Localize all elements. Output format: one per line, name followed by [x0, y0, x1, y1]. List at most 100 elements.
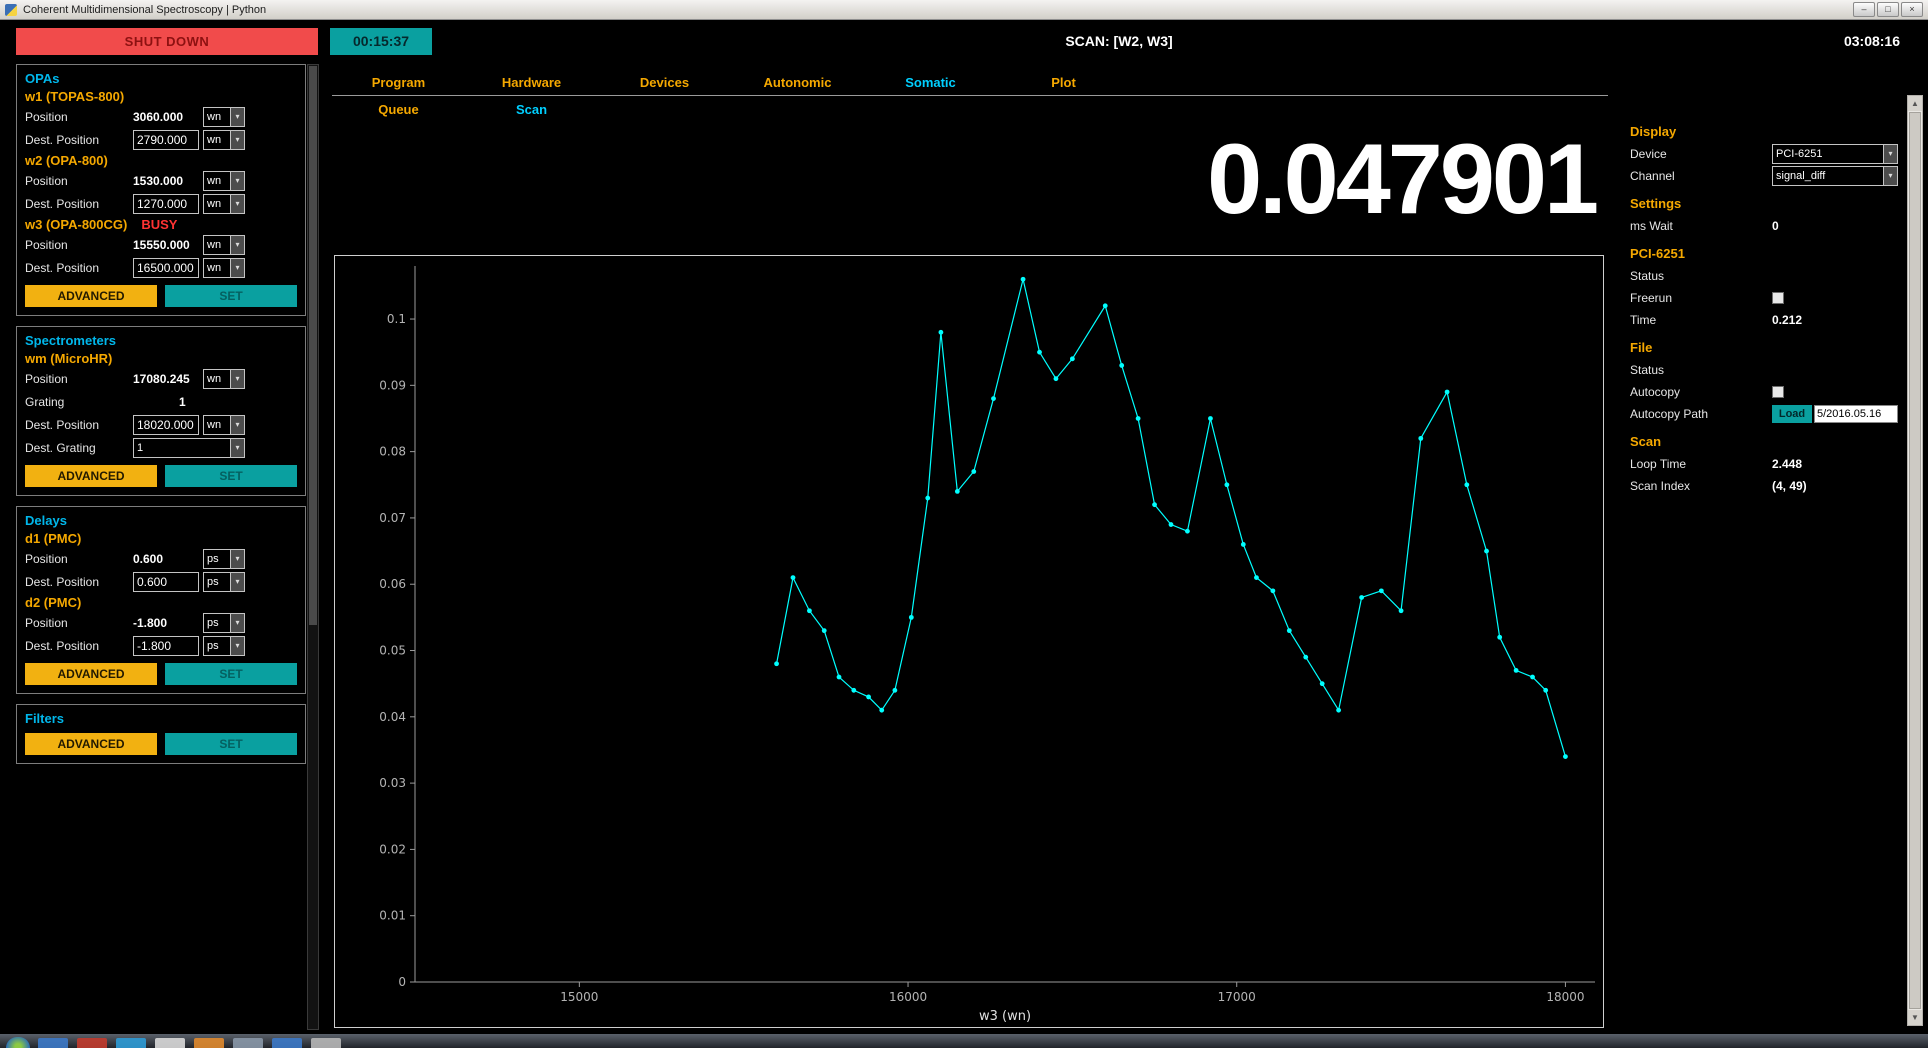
- data-point: [991, 396, 996, 401]
- d1-dest-units-combo[interactable]: ps ▾: [203, 572, 245, 592]
- shutdown-button[interactable]: SHUT DOWN: [16, 28, 318, 55]
- opa-w1-header: w1 (TOPAS-800): [25, 89, 297, 104]
- wm-position-units-combo[interactable]: wn ▾: [203, 369, 245, 389]
- device-row: Device PCI-6251 ▾: [1630, 143, 1902, 164]
- data-point: [851, 688, 856, 693]
- delays-panel-title: Delays: [25, 513, 297, 528]
- sidebar-scrollbar-thumb[interactable]: [309, 66, 317, 625]
- w2-dest-input[interactable]: [133, 194, 199, 214]
- load-button[interactable]: Load: [1772, 405, 1812, 423]
- time-row: Time 0.212: [1630, 309, 1902, 330]
- chevron-down-icon: ▾: [1883, 167, 1897, 185]
- data-point: [1103, 303, 1108, 308]
- taskbar-app-icon[interactable]: [311, 1038, 341, 1048]
- wm-dest-input[interactable]: [133, 415, 199, 435]
- tab-somatic[interactable]: Somatic: [864, 70, 997, 95]
- autocopy-checkbox[interactable]: [1772, 386, 1784, 398]
- pci-section-title: PCI-6251: [1630, 246, 1902, 261]
- taskbar-app-icon[interactable]: [155, 1038, 185, 1048]
- combo-value: wn: [204, 262, 230, 274]
- combo-value: 1: [134, 442, 230, 454]
- w2-position-value: 1530.000: [133, 174, 199, 188]
- tab-plot[interactable]: Plot: [997, 70, 1130, 95]
- chevron-down-icon: ▾: [230, 416, 244, 434]
- combo-value: wn: [204, 111, 230, 123]
- spectrometers-advanced-button[interactable]: ADVANCED: [25, 465, 157, 487]
- start-button[interactable]: [6, 1037, 30, 1048]
- taskbar-app-icon[interactable]: [38, 1038, 68, 1048]
- w1-position-units-combo[interactable]: wn ▾: [203, 107, 245, 127]
- tab-program[interactable]: Program: [332, 70, 465, 95]
- spectrometers-set-button[interactable]: SET: [165, 465, 297, 487]
- w3-dest-input[interactable]: [133, 258, 199, 278]
- taskbar-app-icon[interactable]: [233, 1038, 263, 1048]
- window-scrollbar-thumb[interactable]: [1909, 112, 1921, 1009]
- w1-dest-input[interactable]: [133, 130, 199, 150]
- scroll-up-icon[interactable]: ▲: [1908, 96, 1922, 111]
- tab-devices[interactable]: Devices: [598, 70, 731, 95]
- taskbar-app-icon[interactable]: [77, 1038, 107, 1048]
- tab-scan[interactable]: Scan: [465, 97, 598, 123]
- window-scrollbar[interactable]: ▲ ▼: [1907, 95, 1923, 1026]
- d1-dest-input[interactable]: [133, 572, 199, 592]
- data-point: [971, 469, 976, 474]
- close-button[interactable]: ×: [1901, 2, 1923, 17]
- wm-dest-grating-row: Dest. Grating 1 ▾: [25, 438, 297, 458]
- chevron-down-icon: ▾: [230, 172, 244, 190]
- maximize-button[interactable]: □: [1877, 2, 1899, 17]
- d1-position-row: Position 0.600 ps ▾: [25, 549, 297, 569]
- y-tick-label: 0.06: [379, 577, 406, 591]
- taskbar-app-icon[interactable]: [194, 1038, 224, 1048]
- y-tick-label: 0.07: [379, 511, 406, 525]
- delays-advanced-button[interactable]: ADVANCED: [25, 663, 157, 685]
- d2-dest-input[interactable]: [133, 636, 199, 656]
- filters-advanced-button[interactable]: ADVANCED: [25, 733, 157, 755]
- d2-dest-units-combo[interactable]: ps ▾: [203, 636, 245, 656]
- taskbar-app-icon[interactable]: [272, 1038, 302, 1048]
- dest-position-label: Dest. Position: [25, 418, 133, 432]
- tab-autonomic[interactable]: Autonomic: [731, 70, 864, 95]
- channel-combo[interactable]: signal_diff ▾: [1772, 166, 1898, 186]
- signal-line: [777, 279, 1566, 756]
- d1-position-units-combo[interactable]: ps ▾: [203, 549, 245, 569]
- somatic-sub-tab-bar: Queue Scan: [332, 97, 1608, 123]
- scan-index-row: Scan Index (4, 49): [1630, 475, 1902, 496]
- opas-set-button[interactable]: SET: [165, 285, 297, 307]
- wm-dest-units-combo[interactable]: wn ▾: [203, 415, 245, 435]
- display-section-title: Display: [1630, 124, 1902, 139]
- opas-advanced-button[interactable]: ADVANCED: [25, 285, 157, 307]
- device-label: Device: [1630, 147, 1772, 161]
- minimize-button[interactable]: –: [1853, 2, 1875, 17]
- device-combo[interactable]: PCI-6251 ▾: [1772, 144, 1898, 164]
- combo-value: wn: [204, 134, 230, 146]
- taskbar-app-icon[interactable]: [116, 1038, 146, 1048]
- position-label: Position: [25, 174, 133, 188]
- w1-dest-units-combo[interactable]: wn ▾: [203, 130, 245, 150]
- dest-position-label: Dest. Position: [25, 197, 133, 211]
- scan-index-label: Scan Index: [1630, 479, 1772, 493]
- w3-position-units-combo[interactable]: wn ▾: [203, 235, 245, 255]
- chevron-down-icon: ▾: [230, 195, 244, 213]
- autocopy-path-input[interactable]: [1814, 405, 1898, 423]
- d2-position-units-combo[interactable]: ps ▾: [203, 613, 245, 633]
- tab-queue[interactable]: Queue: [332, 97, 465, 123]
- ms-wait-label: ms Wait: [1630, 219, 1772, 233]
- autocopy-row: Autocopy: [1630, 381, 1902, 402]
- y-tick-label: 0.02: [379, 842, 406, 856]
- autocopy-label: Autocopy: [1630, 385, 1772, 399]
- w3-dest-units-combo[interactable]: wn ▾: [203, 258, 245, 278]
- data-point: [925, 496, 930, 501]
- panel-spectrometers: Spectrometers wm (MicroHR) Position 1708…: [16, 326, 306, 496]
- w2-dest-units-combo[interactable]: wn ▾: [203, 194, 245, 214]
- tab-hardware[interactable]: Hardware: [465, 70, 598, 95]
- y-tick-label: 0.08: [379, 445, 406, 459]
- freerun-checkbox[interactable]: [1772, 292, 1784, 304]
- filters-set-button[interactable]: SET: [165, 733, 297, 755]
- scroll-down-icon[interactable]: ▼: [1908, 1010, 1922, 1025]
- wm-dest-grating-combo[interactable]: 1 ▾: [133, 438, 245, 458]
- spectrometer-wm-header: wm (MicroHR): [25, 351, 297, 366]
- w2-position-units-combo[interactable]: wn ▾: [203, 171, 245, 191]
- sidebar-scrollbar[interactable]: [307, 64, 319, 1030]
- delays-set-button[interactable]: SET: [165, 663, 297, 685]
- opa-w2-header: w2 (OPA-800): [25, 153, 297, 168]
